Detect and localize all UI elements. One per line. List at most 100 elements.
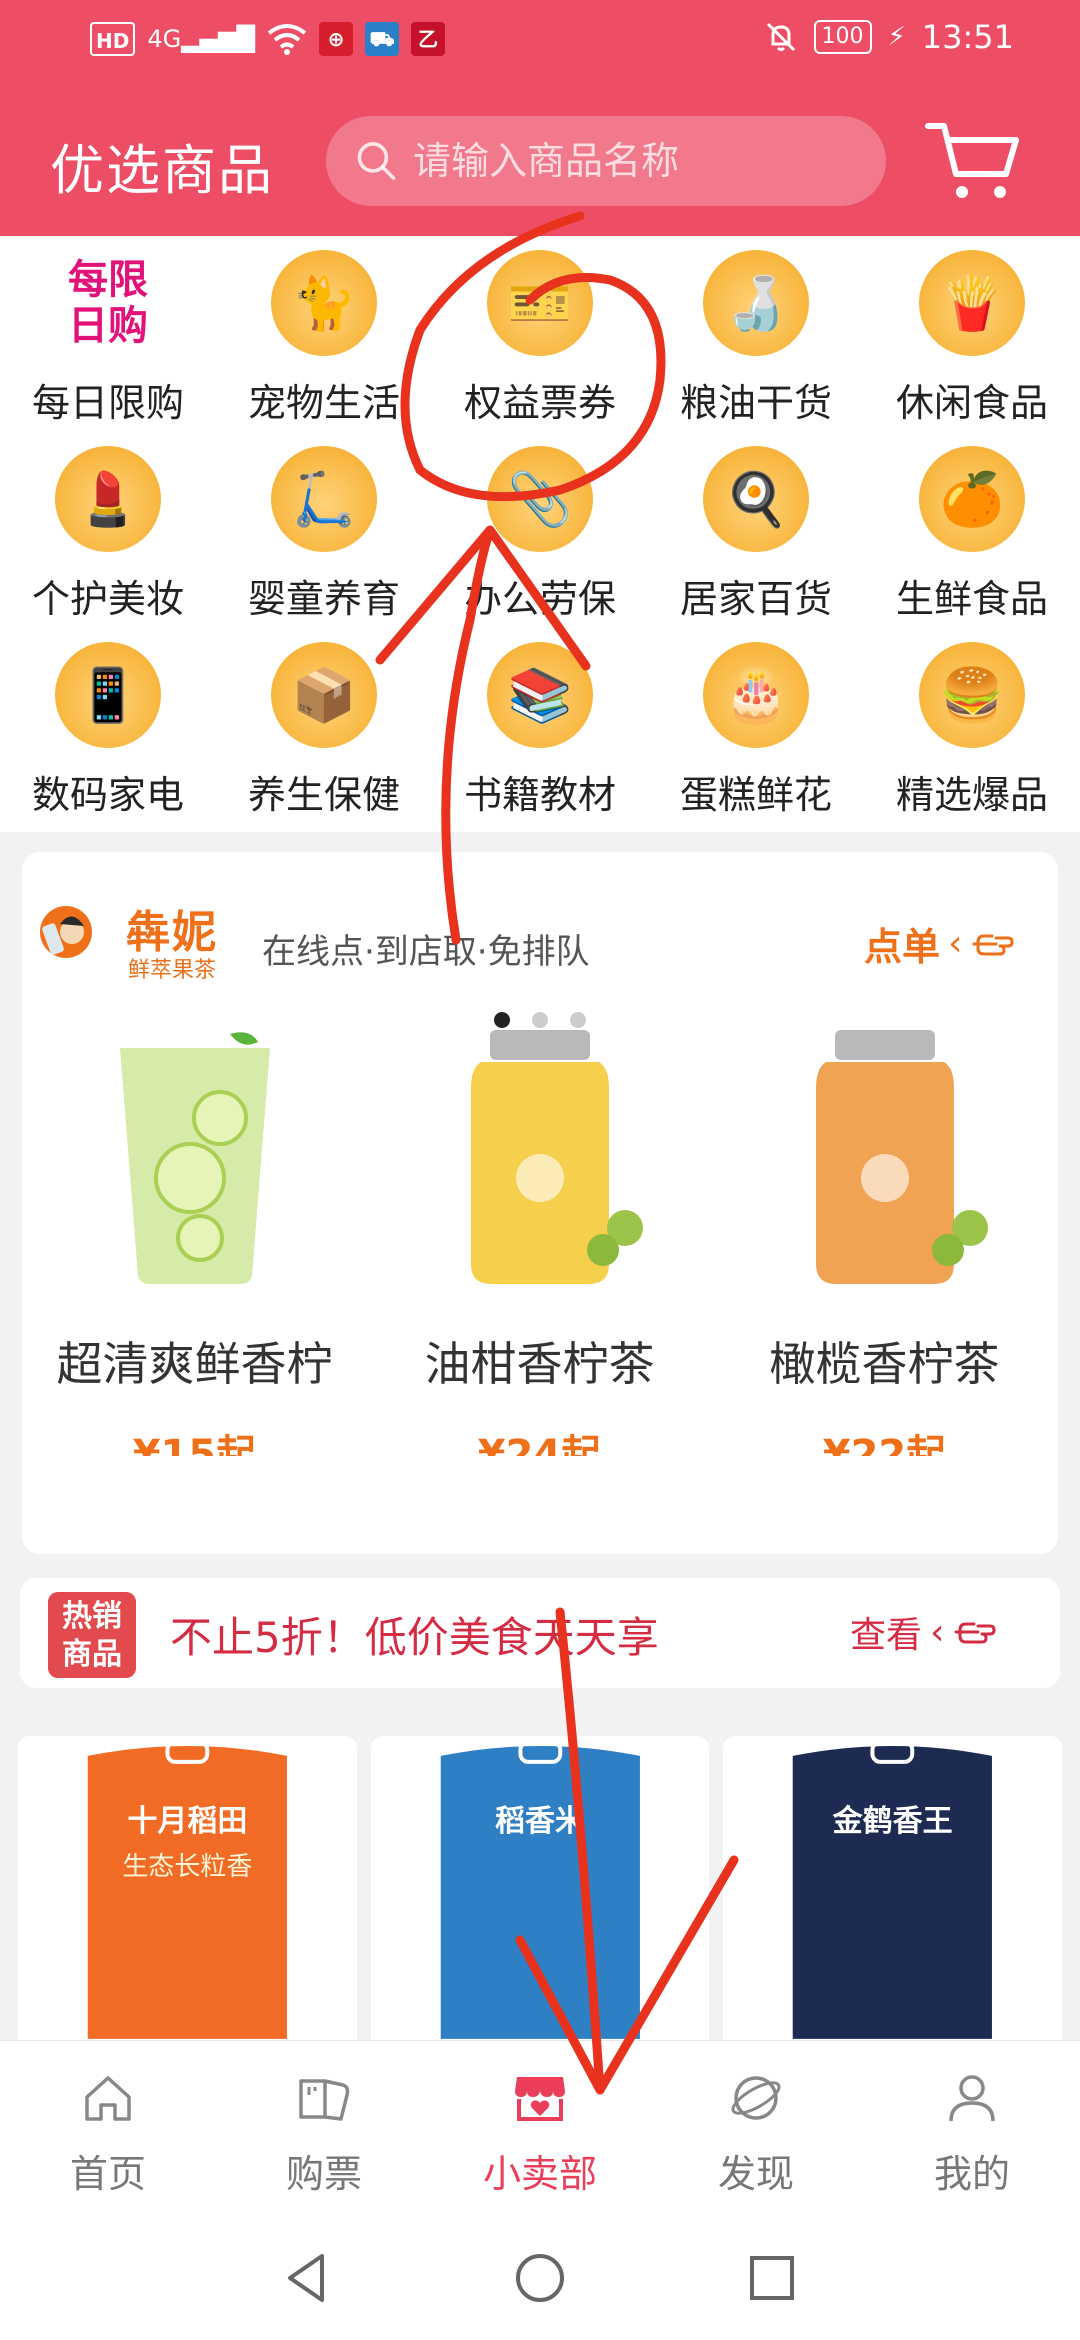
cake-icon-glyph: 🎂 (723, 665, 789, 726)
hot-sales-title: 不止5折！低价美食天天享 (170, 1613, 659, 1662)
app-header: HD 4G▂▄▆█ ⊕ ⛟ 乙 100 ⚡ 13:51 优选商品 (0, 0, 1080, 236)
rice-product-card[interactable]: 十月稻田 生态长粒香 (18, 1736, 357, 2040)
grain-oil-icon: 🍶 (703, 250, 809, 356)
category-item[interactable]: 📦 养生保健 (216, 642, 432, 838)
drink-product-card[interactable]: 超清爽鲜香柠 ¥15起 (22, 1028, 367, 1456)
chevron-left-icon: ‹ (948, 923, 963, 964)
product-carousel: 超清爽鲜香柠 ¥15起 油柑香柠茶 ¥24起 橄榄香柠茶 ¥22起 (22, 1028, 1058, 1456)
category-item[interactable]: 🍶 粮油干货 (648, 250, 864, 446)
category-label: 婴童养育 (247, 577, 400, 621)
user-icon (949, 2075, 995, 2122)
category-item[interactable]: 🎫 权益票券 (432, 250, 648, 446)
baby-icon: 🛴 (271, 446, 377, 552)
category-item[interactable]: 🐈 宠物生活 (216, 250, 432, 446)
category-label: 蛋糕鲜花 (679, 773, 832, 817)
category-item[interactable]: 🍊 生鲜食品 (864, 446, 1080, 642)
page-title: 优选商品 (50, 139, 274, 202)
lipstick-icon: 💄 (55, 446, 161, 552)
category-label: 书籍教材 (463, 773, 616, 817)
view-more-button[interactable]: 查看 ‹ (850, 1606, 996, 1658)
rice-brand: 稻香米 (495, 1804, 585, 1839)
carousel-dot (570, 1012, 586, 1028)
status-bar: HD 4G▂▄▆█ ⊕ ⛟ 乙 100 ⚡ 13:51 (0, 0, 1080, 80)
app-notification-icon: 乙 (411, 22, 446, 56)
tab-profile[interactable]: 我的 (864, 2041, 1080, 2216)
category-label: 粮油干货 (679, 381, 832, 425)
brand-logo-icon (40, 906, 92, 958)
category-item[interactable]: 🍳 居家百货 (648, 446, 864, 642)
orange-icon-glyph: 🍊 (939, 469, 1005, 530)
tab-discover[interactable]: 发现 (648, 2041, 864, 2216)
cart-icon[interactable] (924, 118, 1020, 202)
rice-bag-image (793, 1739, 993, 2039)
status-icons-right: 100 ⚡ 13:51 (764, 18, 1014, 56)
category-item[interactable]: 🍔 精选爆品 (864, 642, 1080, 838)
back-icon[interactable] (278, 2248, 338, 2308)
category-item[interactable]: 🍟 休闲食品 (864, 250, 1080, 446)
tab-label: 小卖部 (482, 2152, 597, 2196)
recents-icon[interactable] (742, 2248, 802, 2308)
pet-icon-glyph: 🐈 (291, 273, 357, 334)
category-item[interactable]: 💄 个护美妆 (0, 446, 216, 642)
grain-oil-icon-glyph: 🍶 (723, 273, 789, 334)
home-circle-icon[interactable] (510, 2248, 570, 2308)
rice-label: 生态长粒香 (122, 1852, 253, 1882)
brand-tagline: 在线点·到店取·免排队 (262, 932, 590, 972)
rice-product-card[interactable]: 金鹤香王 (723, 1736, 1063, 2040)
category-item[interactable]: 📚 书籍教材 (432, 642, 648, 838)
battery-icon: 100 (813, 20, 872, 54)
search-input[interactable] (413, 139, 886, 183)
app-notification-icon: ⛟ (365, 22, 400, 56)
hot-sales-header: 热销商品 不止5折！低价美食天天享 查看 ‹ (20, 1578, 1060, 1688)
hd-badge: HD (90, 22, 136, 56)
category-label: 精选爆品 (895, 773, 1048, 817)
pointing-hand-icon (972, 934, 1014, 955)
pan-icon-glyph: 🍳 (723, 469, 789, 530)
daily-logo-text: 每限日购 (68, 257, 148, 349)
signal-icon: 4G▂▄▆█ (147, 25, 256, 53)
cake-icon: 🎂 (703, 642, 809, 748)
category-item[interactable]: 🎂 蛋糕鲜花 (648, 642, 864, 838)
category-item[interactable]: 📎 办公劳保 (432, 446, 648, 642)
carousel-dot (532, 1012, 548, 1028)
drink-name: 油柑香柠茶 (424, 1337, 655, 1391)
tab-home[interactable]: 首页 (0, 2041, 216, 2216)
office-icon-glyph: 📎 (507, 469, 573, 530)
orange-icon: 🍊 (919, 446, 1025, 552)
drink-product-card[interactable]: 油柑香柠茶 ¥24起 (367, 1028, 712, 1456)
hot-sales-badge: 热销商品 (48, 1592, 136, 1678)
carousel-indicator (0, 1012, 1080, 1028)
category-label: 宠物生活 (247, 381, 400, 425)
drink-bottle-image (815, 1030, 988, 1284)
tab-tickets[interactable]: 购票 (216, 2041, 432, 2216)
brand-name: 犇妮 (126, 907, 218, 958)
category-grid: 每限日购 每日限购 🐈 宠物生活 🎫 权益票券 🍶 粮油干货 🍟 休闲食品 💄 个护美妆 🛴 婴童养育 📎 办… (0, 236, 1080, 838)
voucher-icon: 🎫 (487, 250, 593, 356)
drink-price: ¥22起 (822, 1432, 947, 1456)
drink-product-card[interactable]: 橄榄香柠茶 ¥22起 (712, 1028, 1057, 1456)
rice-product-card[interactable]: 稻香米 (370, 1736, 710, 2040)
health-icon: 📦 (271, 642, 377, 748)
category-label: 数码家电 (31, 773, 184, 817)
office-icon: 📎 (487, 446, 593, 552)
category-label: 办公劳保 (463, 577, 616, 621)
category-item[interactable]: 📱 数码家电 (0, 642, 216, 838)
brand-card: 犇妮 鲜萃果茶 在线点·到店取·免排队 点单 ‹ 超清爽鲜香柠 ¥15起 油柑香柠… (22, 852, 1058, 1554)
rice-bag-image (440, 1739, 640, 2039)
appliance-icon: 📱 (55, 642, 161, 748)
chevron-left-icon: ‹ (930, 1611, 945, 1653)
status-icons-left: HD 4G▂▄▆█ ⊕ ⛟ 乙 (90, 22, 446, 56)
tab-shop[interactable]: 小卖部 (432, 2041, 648, 2216)
burger-icon: 🍔 (919, 642, 1025, 748)
category-item[interactable]: 每限日购 每日限购 (0, 250, 216, 446)
system-navigation-bar (0, 2216, 1080, 2340)
network-type-label: 4G (147, 25, 182, 53)
order-button[interactable]: 点单 ‹ (864, 916, 1014, 971)
hot-product-row: 十月稻田 生态长粒香 稻香米 金鹤香王 (18, 1736, 1063, 2040)
snack-icon: 🍟 (919, 250, 1025, 356)
charging-icon: ⚡ (887, 22, 906, 52)
pet-icon: 🐈 (271, 250, 377, 356)
search-bar[interactable] (326, 116, 886, 206)
category-item[interactable]: 🛴 婴童养育 (216, 446, 432, 642)
shop-icon (515, 2077, 565, 2121)
